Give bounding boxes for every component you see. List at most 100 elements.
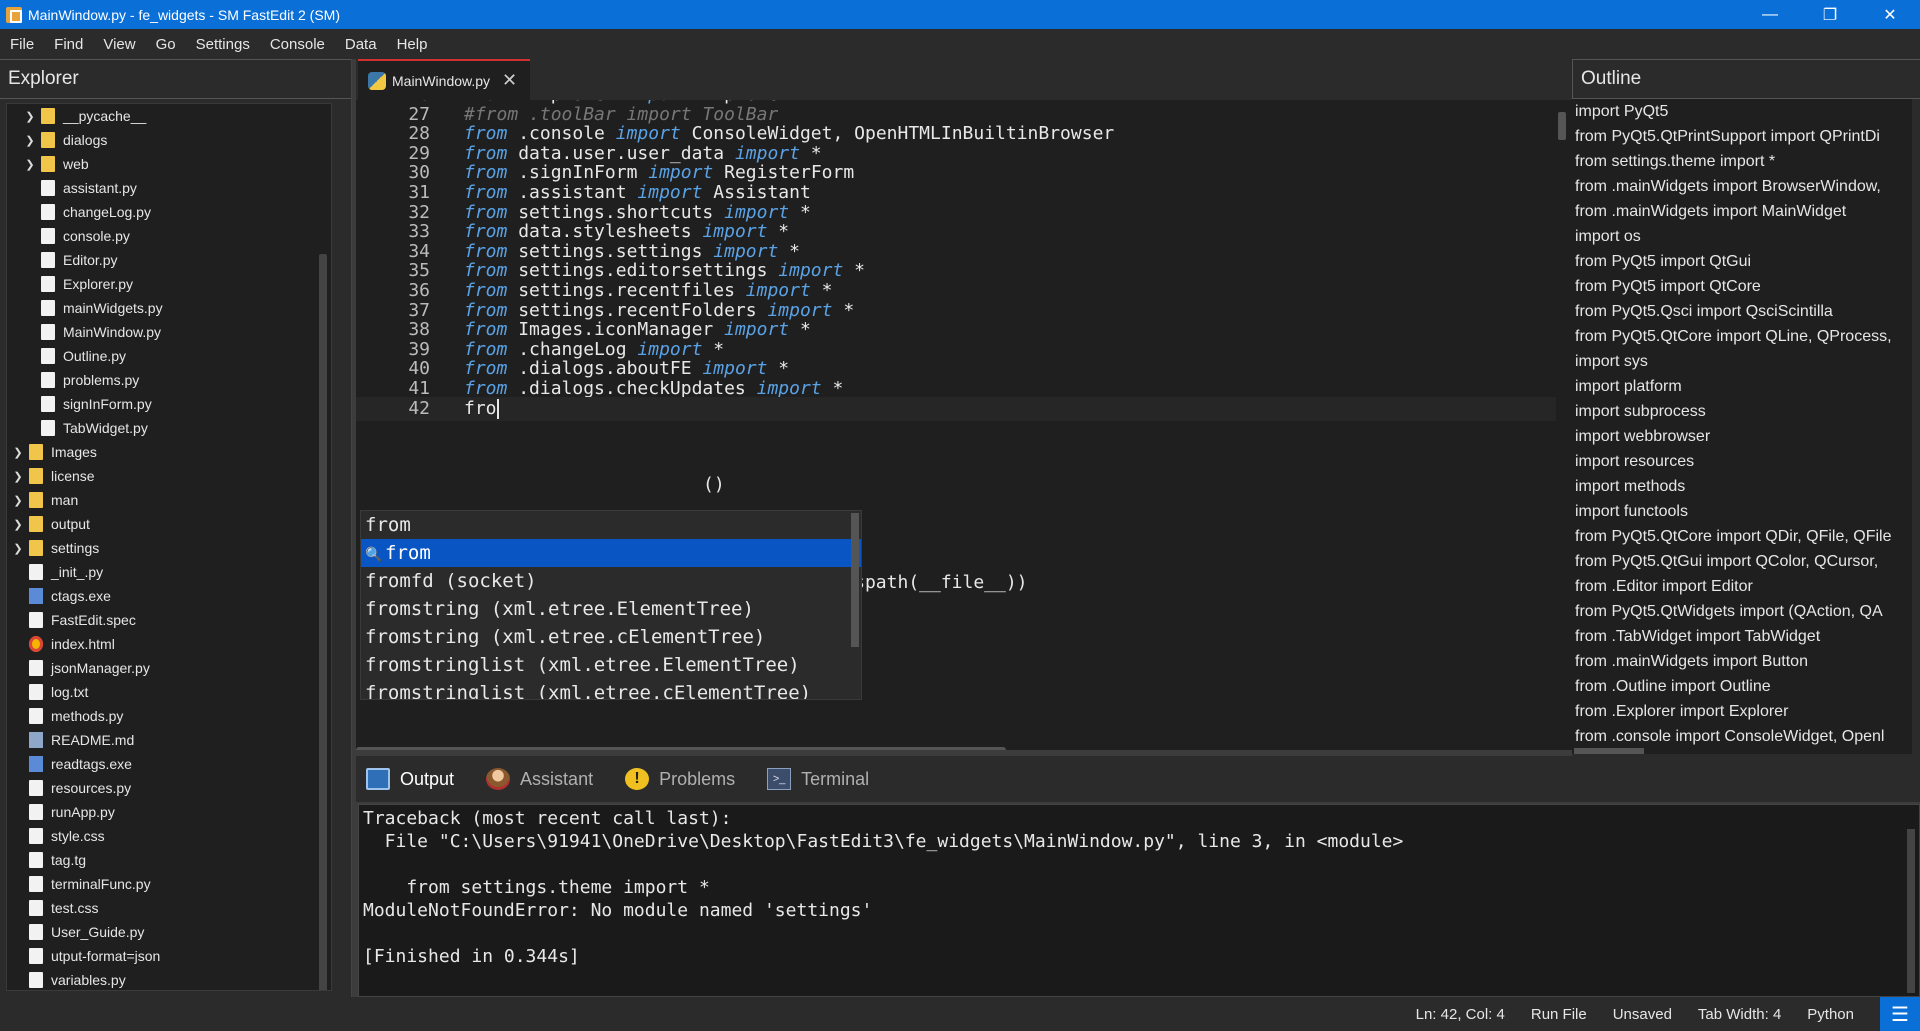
autocomplete-scrollbar[interactable]: [851, 513, 859, 647]
tree-item[interactable]: ❯ Images: [7, 440, 331, 464]
tree-item[interactable]: Outline.py: [7, 344, 331, 368]
outline-item[interactable]: from PyQt5.QtPrintSupport import QPrintD…: [1572, 124, 1912, 149]
tab-assistant[interactable]: Assistant: [476, 768, 593, 790]
outline-item[interactable]: import PyQt5: [1572, 99, 1912, 124]
tree-item[interactable]: signInForm.py: [7, 392, 331, 416]
tree-item[interactable]: MainWindow.py: [7, 320, 331, 344]
editor-vertical-scrollbar[interactable]: [1558, 112, 1566, 140]
tab-problems[interactable]: ! Problems: [615, 768, 735, 790]
tree-item[interactable]: test.css: [7, 896, 331, 920]
tree-item[interactable]: README.md: [7, 728, 331, 752]
outline-item[interactable]: from PyQt5.QtGui import QColor, QCursor,: [1572, 549, 1912, 574]
chevron-right-icon[interactable]: ❯: [23, 134, 37, 147]
outline-item[interactable]: from PyQt5.QtWidgets import (QAction, QA: [1572, 599, 1912, 624]
tree-item[interactable]: jsonManager.py: [7, 656, 331, 680]
outline-item[interactable]: import subprocess: [1572, 399, 1912, 424]
autocomplete-item[interactable]: 🔍 from: [361, 539, 861, 567]
tree-item[interactable]: ❯ output: [7, 512, 331, 536]
tree-item[interactable]: problems.py: [7, 368, 331, 392]
tab-output[interactable]: Output: [356, 768, 454, 790]
tree-item[interactable]: resources.py: [7, 776, 331, 800]
menu-help[interactable]: Help: [387, 36, 438, 53]
run-file-button[interactable]: Run File: [1531, 1006, 1587, 1023]
tree-item[interactable]: ❯ man: [7, 488, 331, 512]
outline-item[interactable]: import sys: [1572, 349, 1912, 374]
chevron-right-icon[interactable]: ❯: [11, 446, 25, 459]
tab-mainwindow[interactable]: MainWindow.py ✕: [358, 59, 530, 100]
tab-terminal[interactable]: >_ Terminal: [757, 768, 869, 790]
outline-item[interactable]: from PyQt5.QtCore import QLine, QProcess…: [1572, 324, 1912, 349]
tree-item[interactable]: ❯ dialogs: [7, 128, 331, 152]
maximize-button[interactable]: ❐: [1800, 0, 1860, 29]
menu-view[interactable]: View: [93, 36, 145, 53]
tree-item[interactable]: changeLog.py: [7, 200, 331, 224]
tree-item[interactable]: console.py: [7, 224, 331, 248]
chevron-right-icon[interactable]: ❯: [11, 518, 25, 531]
menu-go[interactable]: Go: [146, 36, 186, 53]
outline-item[interactable]: from .Outline import Outline: [1572, 674, 1912, 699]
tree-item[interactable]: runApp.py: [7, 800, 331, 824]
tree-item[interactable]: ctags.exe: [7, 584, 331, 608]
outline-item[interactable]: from .mainWidgets import MainWidget: [1572, 199, 1912, 224]
outline-item[interactable]: import methods: [1572, 474, 1912, 499]
tree-item[interactable]: utput-format=json: [7, 944, 331, 968]
outline-item[interactable]: from .TabWidget import TabWidget: [1572, 624, 1912, 649]
tree-item[interactable]: readtags.exe: [7, 752, 331, 776]
tree-item[interactable]: assistant.py: [7, 176, 331, 200]
outline-item[interactable]: import functools: [1572, 499, 1912, 524]
chevron-right-icon[interactable]: ❯: [23, 110, 37, 123]
minimize-button[interactable]: —: [1740, 0, 1800, 29]
outline-item[interactable]: from .mainWidgets import Button: [1572, 649, 1912, 674]
outline-item[interactable]: import resources: [1572, 449, 1912, 474]
outline-item[interactable]: import platform: [1572, 374, 1912, 399]
outline-item[interactable]: from PyQt5.QtCore import QDir, QFile, QF…: [1572, 524, 1912, 549]
outline-item[interactable]: from .mainWidgets import BrowserWindow,: [1572, 174, 1912, 199]
outline-scrollbar[interactable]: [1574, 748, 1644, 754]
outline-item[interactable]: from .Editor import Editor: [1572, 574, 1912, 599]
tree-item[interactable]: Editor.py: [7, 248, 331, 272]
close-window-button[interactable]: ✕: [1860, 0, 1920, 29]
tree-item[interactable]: mainWidgets.py: [7, 296, 331, 320]
tab-width[interactable]: Tab Width: 4: [1698, 1006, 1781, 1023]
tree-item[interactable]: methods.py: [7, 704, 331, 728]
autocomplete-item[interactable]: fromfd (socket): [361, 567, 861, 595]
tree-item[interactable]: tag.tg: [7, 848, 331, 872]
outline-item[interactable]: from .Explorer import Explorer: [1572, 699, 1912, 724]
chevron-right-icon[interactable]: ❯: [11, 542, 25, 555]
outline-item[interactable]: import os: [1572, 224, 1912, 249]
chevron-right-icon[interactable]: ❯: [11, 470, 25, 483]
editor-horizontal-scrollbar[interactable]: [356, 747, 1006, 750]
outline-item[interactable]: from PyQt5.Qsci import QsciScintilla: [1572, 299, 1912, 324]
cursor-position[interactable]: Ln: 42, Col: 4: [1416, 1006, 1505, 1023]
menu-settings[interactable]: Settings: [186, 36, 260, 53]
output-console[interactable]: Traceback (most recent call last): File …: [358, 804, 1920, 997]
tree-item[interactable]: log.txt: [7, 680, 331, 704]
tree-item[interactable]: terminalFunc.py: [7, 872, 331, 896]
outline-item[interactable]: from PyQt5 import QtGui: [1572, 249, 1912, 274]
language-mode[interactable]: Python: [1807, 1006, 1854, 1023]
output-scrollbar[interactable]: [1907, 829, 1915, 993]
chevron-right-icon[interactable]: ❯: [23, 158, 37, 171]
autocomplete-item[interactable]: from: [361, 511, 861, 539]
autocomplete-item[interactable]: fromstring (xml.etree.ElementTree): [361, 595, 861, 623]
tree-item[interactable]: User_Guide.py: [7, 920, 331, 944]
tree-item[interactable]: Explorer.py: [7, 272, 331, 296]
tree-item[interactable]: variables.py: [7, 968, 331, 990]
autocomplete-item[interactable]: fromstringlist (xml.etree.ElementTree): [361, 651, 861, 679]
tree-item[interactable]: ❯ web: [7, 152, 331, 176]
outline-item[interactable]: from settings.theme import *: [1572, 149, 1912, 174]
tree-item[interactable]: ❯ settings: [7, 536, 331, 560]
tree-item[interactable]: FastEdit.spec: [7, 608, 331, 632]
tree-item[interactable]: _init_.py: [7, 560, 331, 584]
hamburger-menu-icon[interactable]: ☰: [1880, 997, 1920, 1031]
outline-item[interactable]: from PyQt5 import QtCore: [1572, 274, 1912, 299]
tree-item[interactable]: style.css: [7, 824, 331, 848]
close-tab-icon[interactable]: ✕: [502, 70, 517, 91]
chevron-right-icon[interactable]: ❯: [11, 494, 25, 507]
menu-find[interactable]: Find: [44, 36, 93, 53]
tree-item[interactable]: index.html: [7, 632, 331, 656]
autocomplete-item[interactable]: fromstringlist (xml.etree.cElementTree): [361, 679, 861, 699]
menu-data[interactable]: Data: [335, 36, 387, 53]
outline-item[interactable]: import webbrowser: [1572, 424, 1912, 449]
tree-item[interactable]: ❯ license: [7, 464, 331, 488]
